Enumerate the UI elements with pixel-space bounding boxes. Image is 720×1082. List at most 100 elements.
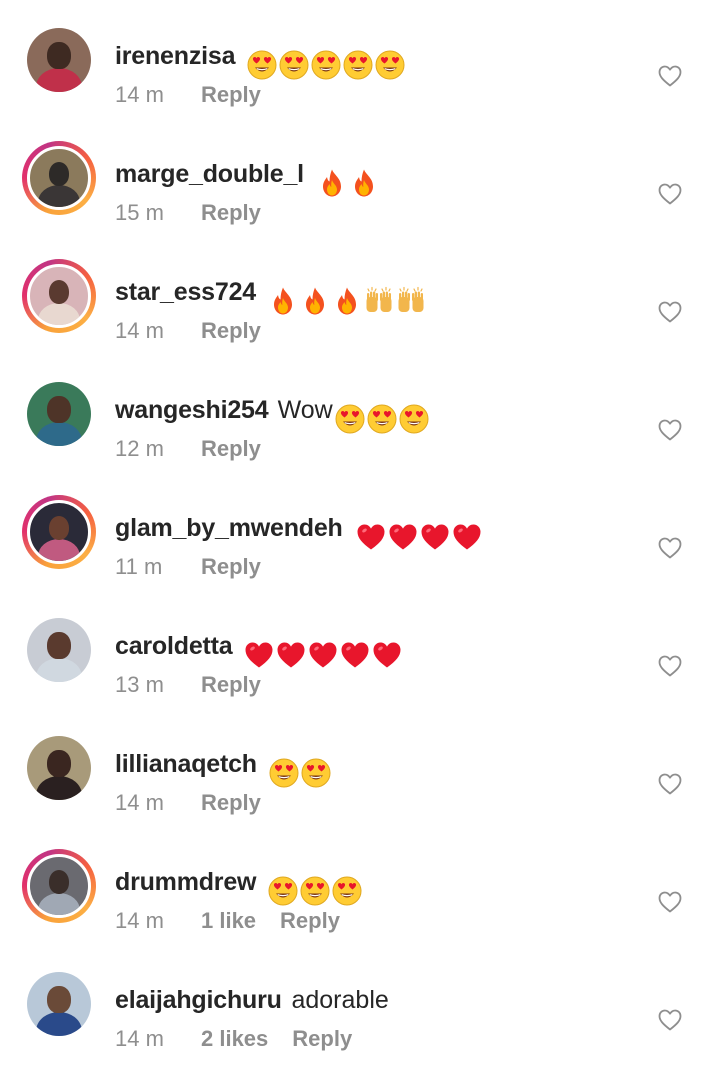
avatar[interactable] (22, 613, 96, 687)
comment-username[interactable]: drummdrew (115, 868, 256, 897)
fire-emoji-icon (306, 287, 325, 315)
red-heart-emoji-icon (277, 642, 305, 668)
avatar-torso (38, 538, 80, 561)
comment-meta: 14 m Reply (115, 82, 261, 108)
avatar-image (27, 618, 91, 682)
heart-eyes-emoji-icon (375, 50, 405, 80)
comment-emoji (301, 758, 331, 788)
comment-meta: 13 m Reply (115, 672, 261, 698)
heart-outline-icon (658, 301, 682, 323)
comment-username[interactable]: star_ess724 (115, 278, 256, 307)
reply-button[interactable]: Reply (201, 554, 261, 580)
comment-row: caroldetta 13 m Reply (0, 610, 720, 728)
avatar-torso (35, 1011, 83, 1036)
comment-emoji (279, 50, 309, 80)
avatar[interactable] (22, 259, 96, 333)
raised-hands-emoji-icon (366, 286, 392, 312)
comment-timestamp: 13 m (115, 672, 164, 697)
reply-button[interactable]: Reply (201, 82, 261, 108)
fire-emoji-icon (322, 169, 341, 197)
avatar-face (47, 750, 71, 777)
avatar[interactable] (22, 377, 96, 451)
avatar-face (47, 986, 71, 1013)
like-comment-button[interactable] (658, 301, 682, 323)
comment-username[interactable]: irenenzisa (115, 42, 235, 71)
comment-emoji (332, 286, 362, 316)
heart-eyes-emoji-icon (367, 404, 397, 434)
comment-emoji (335, 404, 365, 434)
comment-row: glam_by_mwendeh 11 m Reply (0, 492, 720, 610)
fire-emoji-icon (354, 169, 373, 197)
avatar[interactable] (22, 849, 96, 923)
avatar-torso (38, 184, 80, 207)
avatar[interactable] (22, 967, 96, 1041)
avatar[interactable] (22, 141, 96, 215)
comment-username[interactable]: marge_double_l (115, 160, 304, 189)
comment-text: Wow (277, 396, 333, 424)
red-heart-emoji-icon (341, 642, 369, 668)
avatar[interactable] (22, 23, 96, 97)
red-heart-emoji-icon (453, 524, 481, 550)
avatar-image (27, 28, 91, 92)
comment-text: adorable (291, 986, 389, 1014)
fire-emoji-icon (274, 287, 293, 315)
comment-emoji (268, 286, 298, 316)
avatar-image (27, 382, 91, 446)
comment-row: drummdrew 14 m 1 like Reply (0, 846, 720, 964)
avatar-torso (38, 892, 80, 915)
avatar-image (27, 146, 91, 210)
comment-timestamp: 14 m (115, 908, 164, 933)
like-comment-button[interactable] (658, 537, 682, 559)
comment-username[interactable]: elaijahgichuru (115, 986, 282, 1015)
comment-emoji (388, 522, 418, 552)
reply-button[interactable]: Reply (292, 1026, 352, 1052)
avatar[interactable] (22, 495, 96, 569)
comment-emoji (317, 168, 347, 198)
comment-username[interactable]: caroldetta (115, 632, 233, 661)
comment-emoji (372, 640, 402, 670)
avatar-face (47, 632, 71, 659)
like-comment-button[interactable] (658, 655, 682, 677)
reply-button[interactable]: Reply (201, 436, 261, 462)
avatar-face (47, 42, 71, 69)
avatar-face (47, 396, 71, 423)
reply-button[interactable]: Reply (280, 908, 340, 934)
reply-button[interactable]: Reply (201, 672, 261, 698)
like-comment-button[interactable] (658, 183, 682, 205)
avatar[interactable] (22, 731, 96, 805)
avatar-face (48, 161, 70, 187)
comment-row: irenenzisa 14 m Reply (0, 20, 720, 138)
like-comment-button[interactable] (658, 1009, 682, 1031)
comment-like-count[interactable]: 1 like (201, 908, 256, 934)
red-heart-emoji-icon (389, 524, 417, 550)
comment-row: star_ess724 14 m Reply (0, 256, 720, 374)
heart-eyes-emoji-icon (300, 876, 330, 906)
comment-timestamp: 14 m (115, 790, 164, 815)
comment-emoji (247, 50, 277, 80)
avatar-face (48, 515, 70, 541)
comment-emoji (308, 640, 338, 670)
like-comment-button[interactable] (658, 891, 682, 913)
reply-button[interactable]: Reply (201, 790, 261, 816)
comment-meta: 15 m Reply (115, 200, 261, 226)
comment-username[interactable]: lillianaqetch (115, 750, 257, 779)
heart-outline-icon (658, 419, 682, 441)
reply-button[interactable]: Reply (201, 200, 261, 226)
comment-timestamp: 14 m (115, 82, 164, 107)
like-comment-button[interactable] (658, 773, 682, 795)
fire-emoji-icon (338, 287, 357, 315)
like-comment-button[interactable] (658, 419, 682, 441)
like-comment-button[interactable] (658, 65, 682, 87)
comment-like-count[interactable]: 2 likes (201, 1026, 268, 1052)
red-heart-emoji-icon (309, 642, 337, 668)
comment-username[interactable]: glam_by_mwendeh (115, 514, 343, 543)
avatar-torso (35, 67, 83, 92)
comment-emoji (375, 50, 405, 80)
reply-button[interactable]: Reply (201, 318, 261, 344)
comment-username[interactable]: wangeshi254 (115, 396, 269, 425)
avatar-image (27, 500, 91, 564)
red-heart-emoji-icon (421, 524, 449, 550)
heart-eyes-emoji-icon (332, 876, 362, 906)
comment-timestamp: 15 m (115, 200, 164, 225)
heart-eyes-emoji-icon (399, 404, 429, 434)
